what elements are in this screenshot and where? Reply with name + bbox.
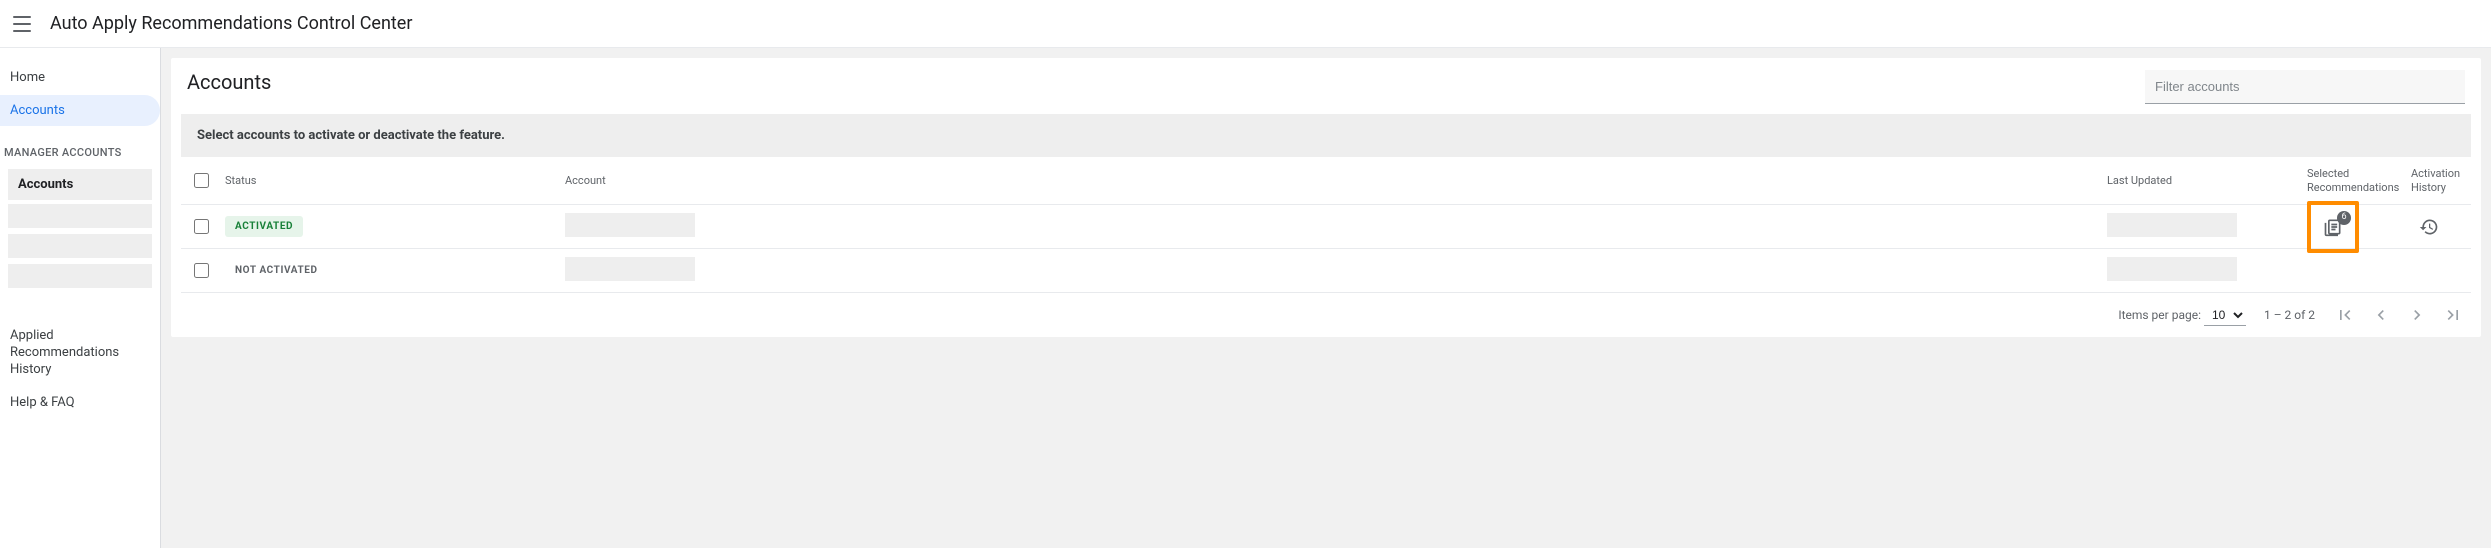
select-all-checkbox[interactable] <box>194 173 209 188</box>
recommendations-count-badge: 6 <box>2337 211 2351 225</box>
table-header-row: Status Account Last Updated Selected Rec… <box>181 157 2471 205</box>
col-header-account: Account <box>561 174 2107 187</box>
row-checkbox[interactable] <box>194 219 209 234</box>
last-updated-redacted <box>2107 257 2237 281</box>
last-page-icon <box>2443 305 2463 325</box>
status-badge: ACTIVATED <box>225 216 303 237</box>
col-header-selected-recommendations: Selected Recommendations <box>2307 167 2411 193</box>
activation-history-button[interactable] <box>2411 209 2447 245</box>
page-title: Accounts <box>187 70 271 104</box>
items-per-page-select[interactable]: 10 <box>2204 305 2246 326</box>
sidebar-item-home[interactable]: Home <box>0 62 160 93</box>
app-title: Auto Apply Recommendations Control Cente… <box>50 13 412 34</box>
sidebar-item-help-faq[interactable]: Help & FAQ <box>0 387 160 420</box>
sidebar-section-manager-accounts: MANAGER ACCOUNTS <box>0 128 160 165</box>
table-row: ACTIVATED 6 <box>181 205 2471 249</box>
select-accounts-banner: Select accounts to activate or deactivat… <box>181 114 2471 157</box>
col-header-last-updated: Last Updated <box>2107 174 2307 187</box>
chevron-right-icon <box>2407 305 2427 325</box>
col-header-activation-history: Activation History <box>2411 167 2471 193</box>
sidebar-subitem-accounts[interactable]: Accounts <box>8 169 152 200</box>
paginator: Items per page: 10 1 – 2 of 2 <box>171 293 2481 337</box>
sidebar-item-accounts[interactable]: Accounts <box>0 95 160 126</box>
table-row: NOT ACTIVATED <box>181 249 2471 293</box>
account-name-redacted <box>565 257 695 281</box>
col-header-status: Status <box>221 174 561 187</box>
paginator-last-button[interactable] <box>2441 303 2465 327</box>
status-badge: NOT ACTIVATED <box>225 260 328 281</box>
items-per-page-label: Items per page: <box>2118 308 2201 322</box>
filter-accounts-input[interactable] <box>2145 70 2465 104</box>
last-updated-redacted <box>2107 213 2237 237</box>
account-name-redacted <box>565 213 695 237</box>
selected-recommendations-highlight: 6 <box>2307 201 2359 253</box>
paginator-range-label: 1 – 2 of 2 <box>2264 308 2315 322</box>
sidebar: Home Accounts MANAGER ACCOUNTS Accounts … <box>0 48 160 548</box>
sidebar-item-applied-history[interactable]: Applied Recommendations History <box>0 320 160 387</box>
paginator-next-button[interactable] <box>2405 303 2429 327</box>
paginator-prev-button[interactable] <box>2369 303 2393 327</box>
history-icon <box>2419 217 2439 237</box>
paginator-first-button[interactable] <box>2333 303 2357 327</box>
chevron-left-icon <box>2371 305 2391 325</box>
sidebar-placeholder <box>8 234 152 258</box>
row-checkbox[interactable] <box>194 263 209 278</box>
first-page-icon <box>2335 305 2355 325</box>
selected-recommendations-button[interactable]: 6 <box>2315 209 2351 245</box>
sidebar-placeholder <box>8 264 152 288</box>
menu-icon[interactable] <box>10 12 34 36</box>
sidebar-placeholder <box>8 204 152 228</box>
